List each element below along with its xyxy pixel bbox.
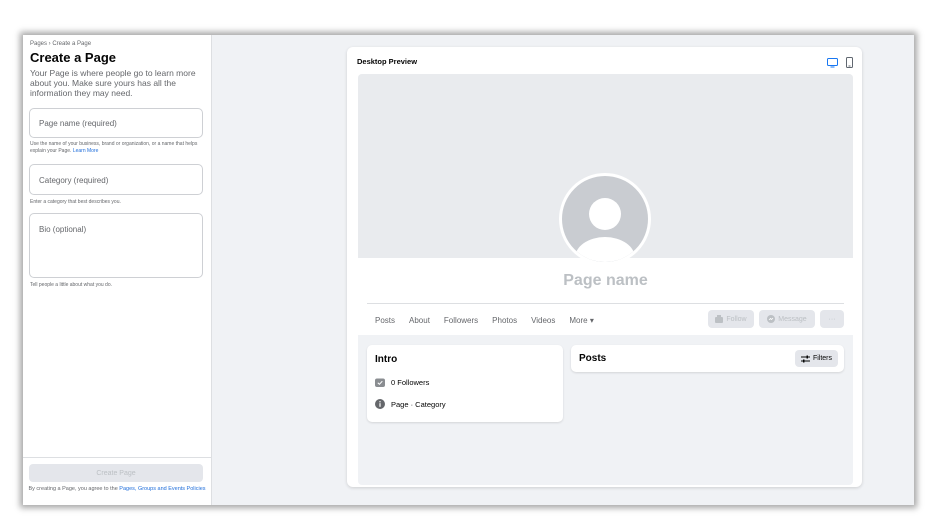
- page-category-text: Page · Category: [391, 399, 446, 409]
- followers-icon: [375, 378, 385, 387]
- learn-more-link[interactable]: Learn More: [73, 148, 99, 154]
- terms-prefix: By creating a Page, you agree to the: [28, 486, 118, 492]
- followers-count: 0 Followers: [391, 377, 430, 387]
- category-input[interactable]: Category (required): [29, 164, 203, 195]
- page-title: Create a Page: [30, 50, 116, 65]
- tab-posts[interactable]: Posts: [375, 316, 395, 325]
- bio-hint: Tell people a little about what you do.: [30, 282, 112, 288]
- create-page-sidebar: Pages › Create a Page Create a Page Your…: [23, 35, 212, 505]
- desktop-preview-card: Desktop Preview Page name Posts About Fo…: [347, 47, 862, 487]
- category-row: Page · Category: [375, 399, 446, 409]
- filters-label: Filters: [812, 355, 832, 362]
- filters-button[interactable]: Filters: [794, 350, 838, 367]
- intro-card: Intro 0 Followers Page · Category: [367, 345, 563, 422]
- bio-textarea[interactable]: Bio (optional): [29, 213, 203, 278]
- desktop-icon[interactable]: [827, 55, 838, 73]
- page-tabs: Posts About Followers Photos Videos More…: [375, 316, 608, 325]
- follow-button[interactable]: Follow: [708, 310, 754, 328]
- bio-placeholder: Bio (optional): [39, 225, 87, 234]
- intro-text: Your Page is where people go to learn mo…: [30, 68, 196, 98]
- avatar: [559, 173, 651, 265]
- page-preview: Page name Posts About Followers Photos V…: [358, 74, 853, 485]
- device-toggle: [827, 55, 853, 73]
- header-divider: [367, 303, 844, 304]
- page-name-hint: Use the name of your business, brand or …: [30, 141, 205, 155]
- terms-text: By creating a Page, you agree to the Pag…: [27, 486, 207, 493]
- posts-card: Posts Filters: [571, 345, 844, 372]
- breadcrumb[interactable]: Pages › Create a Page: [30, 41, 91, 47]
- intro-card-title: Intro: [375, 354, 398, 365]
- tab-videos[interactable]: Videos: [531, 316, 555, 325]
- page-name-hint-text: Use the name of your business, brand or …: [30, 141, 198, 154]
- preview-title: Desktop Preview: [357, 57, 418, 66]
- more-options-button[interactable]: ···: [820, 310, 844, 328]
- page-name-input[interactable]: Page name (required): [29, 108, 203, 138]
- posts-card-title: Posts: [579, 353, 607, 364]
- page-actions: Follow Message ···: [708, 310, 844, 328]
- app-window: Pages › Create a Page Create a Page Your…: [23, 35, 914, 505]
- mobile-icon[interactable]: [846, 55, 853, 73]
- messenger-icon: [767, 315, 776, 323]
- category-hint: Enter a category that best describes you…: [30, 199, 121, 205]
- tab-about[interactable]: About: [409, 316, 430, 325]
- sidebar-footer: Create Page By creating a Page, you agre…: [23, 457, 211, 505]
- tab-photos[interactable]: Photos: [492, 316, 517, 325]
- filters-icon: [800, 355, 810, 362]
- follow-label: Follow: [726, 315, 747, 323]
- info-icon: [375, 399, 385, 409]
- policies-link[interactable]: Pages, Groups and Events Policies: [119, 486, 205, 492]
- preview-page-name: Page name: [563, 272, 648, 289]
- message-label: Message: [778, 315, 807, 323]
- create-page-button[interactable]: Create Page: [29, 464, 203, 482]
- category-placeholder: Category (required): [39, 176, 109, 185]
- follow-icon: [715, 315, 724, 323]
- followers-row: 0 Followers: [375, 377, 429, 387]
- default-avatar-icon: [575, 198, 635, 262]
- tab-more[interactable]: More ▾: [569, 316, 593, 325]
- page-name-placeholder: Page name (required): [39, 119, 117, 128]
- tab-followers[interactable]: Followers: [444, 316, 478, 325]
- message-button[interactable]: Message: [759, 310, 815, 328]
